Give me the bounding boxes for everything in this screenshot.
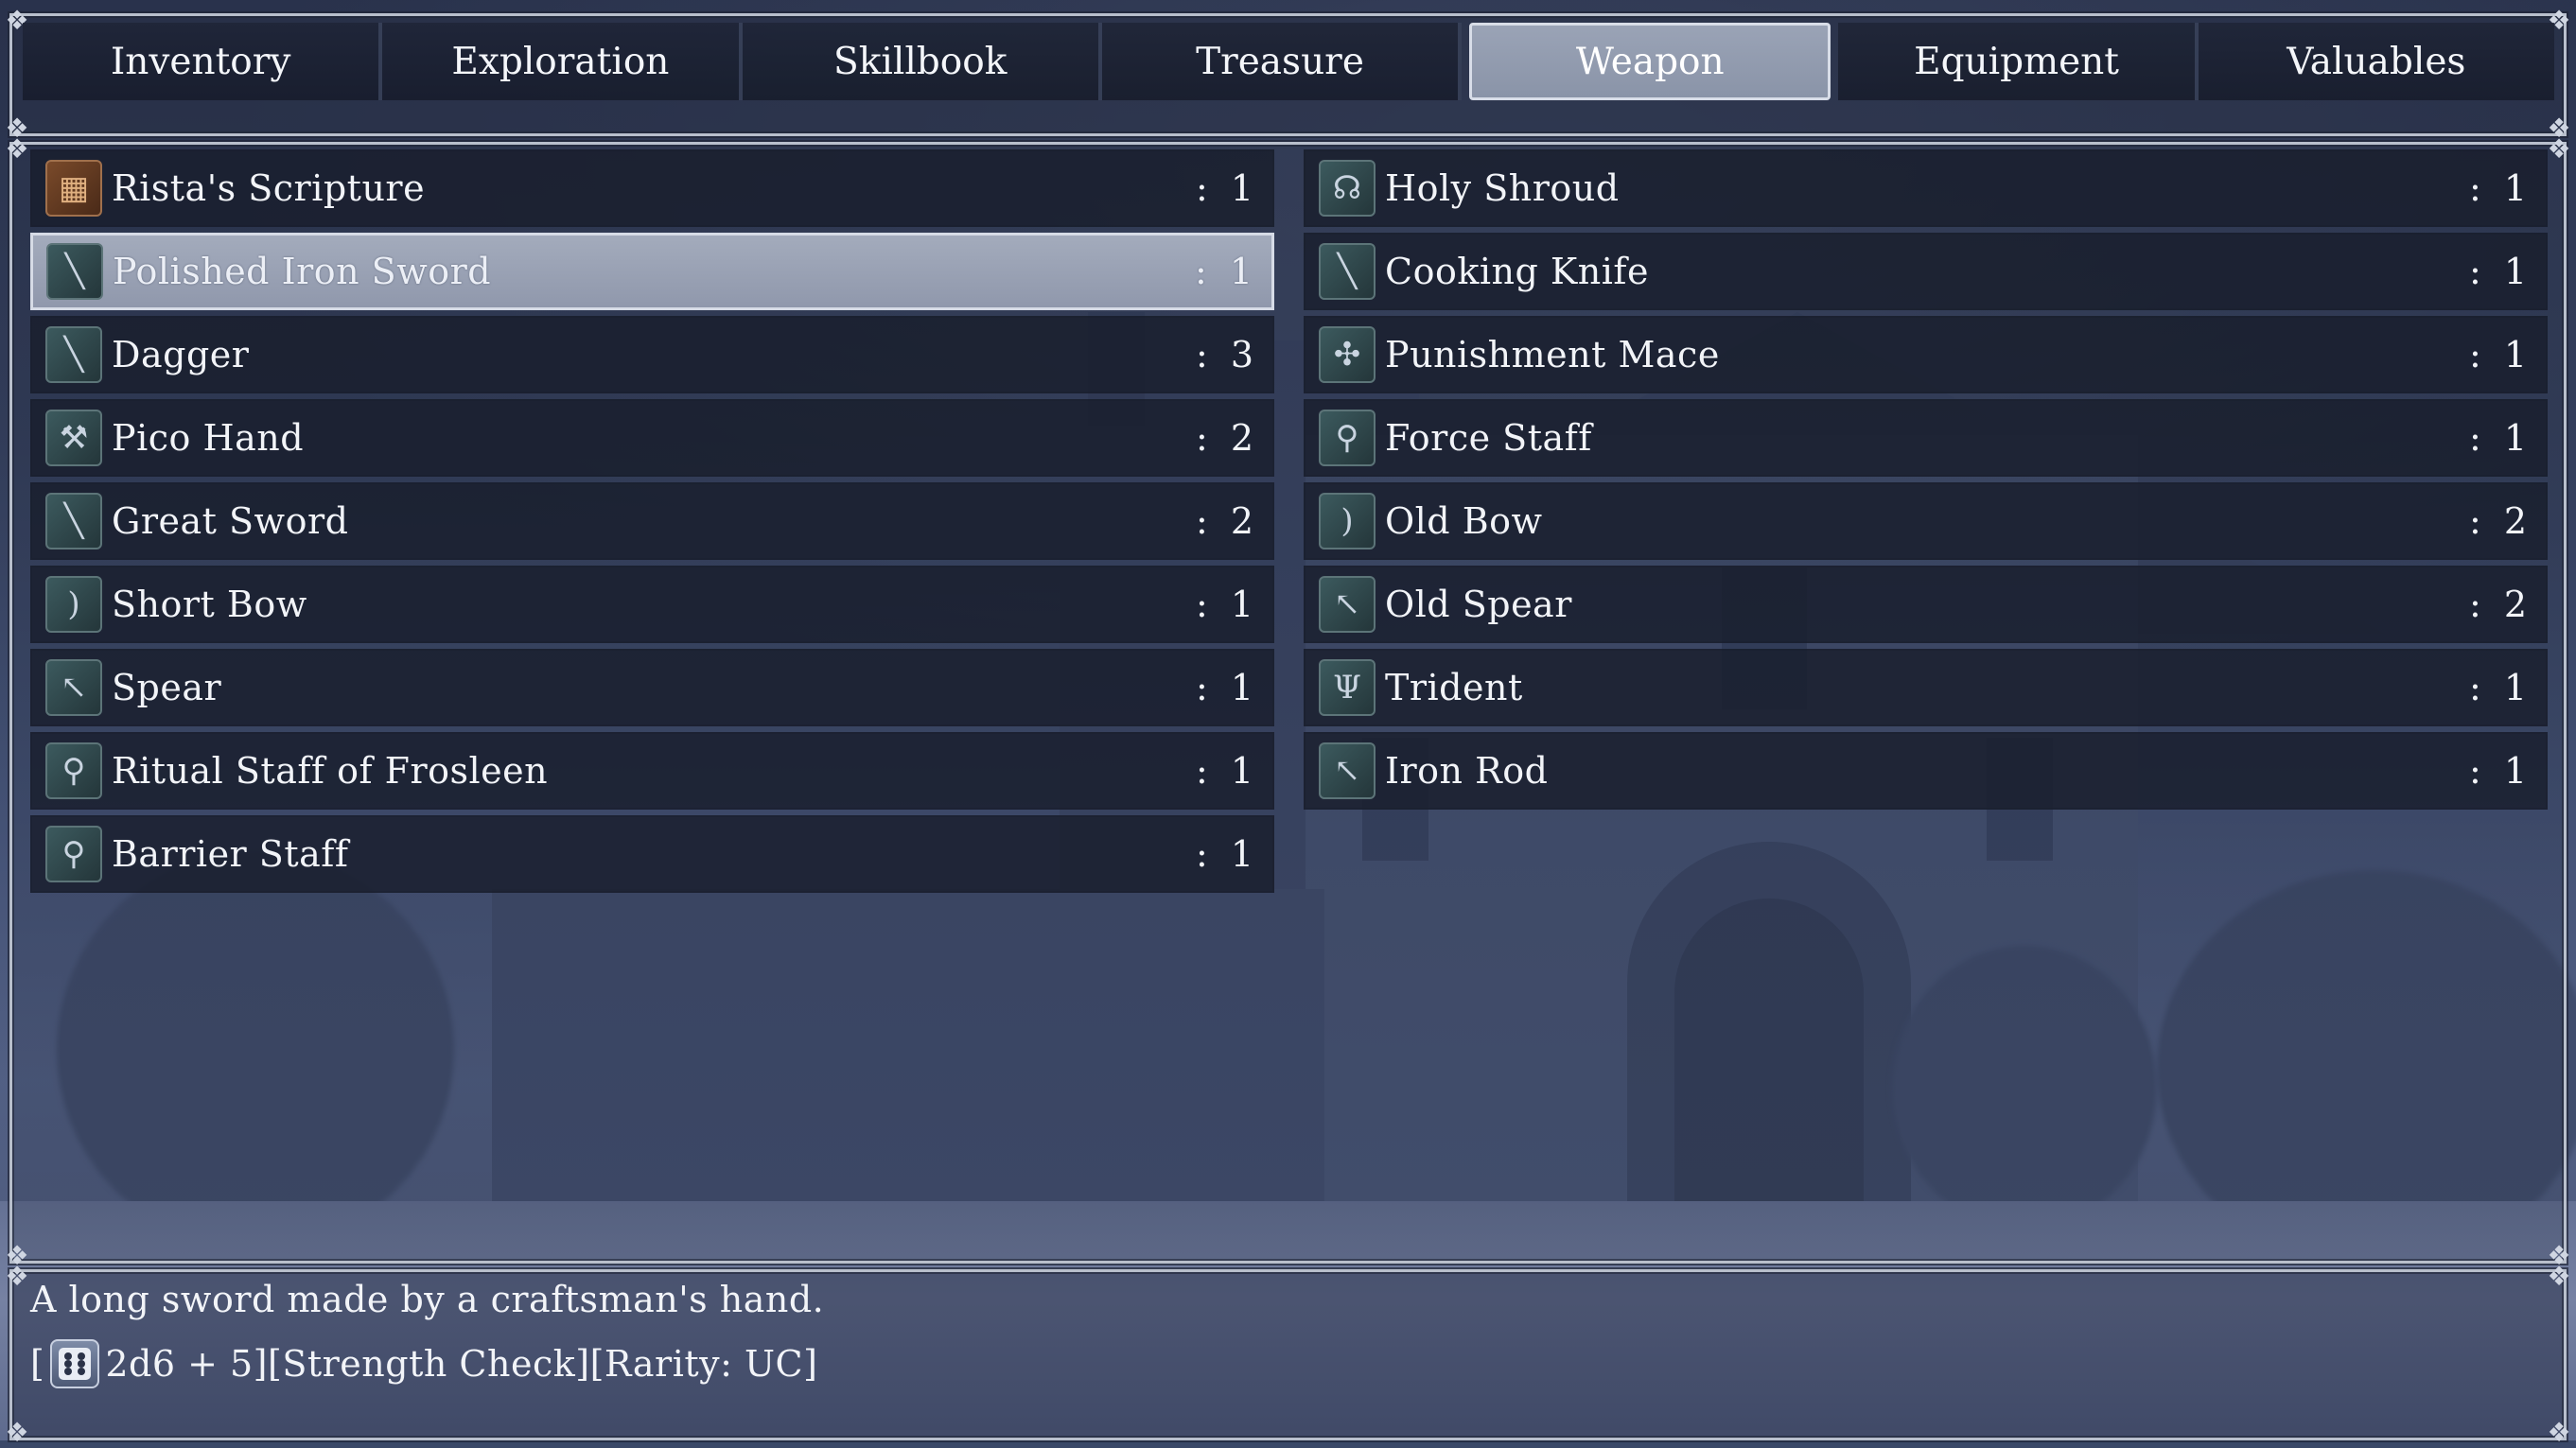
item-name: Polished Iron Sword — [113, 251, 492, 292]
staff-icon: ⚲ — [45, 826, 102, 882]
item-quantity: : 1 — [1194, 251, 1258, 292]
item-quantity: : 1 — [2468, 334, 2532, 375]
staff-icon: ⚲ — [1319, 410, 1376, 466]
item-quantity: : 1 — [2468, 750, 2532, 792]
dagger-icon: ╲ — [45, 326, 102, 383]
tab-valuables[interactable]: Valuables — [2198, 23, 2554, 100]
item-quantity: : 1 — [1195, 167, 1259, 209]
item-quantity: : 1 — [1195, 584, 1259, 625]
item-quantity: : 1 — [1195, 833, 1259, 875]
item-name: Trident — [1385, 667, 1523, 708]
list-item[interactable]: Ψ Trident : 1 — [1304, 649, 2548, 726]
item-quantity: : 2 — [2468, 584, 2532, 625]
item-name: Spear — [112, 667, 222, 708]
list-item[interactable]: ↖ Old Spear : 2 — [1304, 566, 2548, 643]
item-name: Old Bow — [1385, 500, 1543, 542]
rod-icon: ↖ — [1319, 742, 1376, 799]
list-item[interactable]: ✣ Punishment Mace : 1 — [1304, 316, 2548, 393]
knife-icon: ╲ — [1319, 243, 1376, 300]
list-item[interactable]: ☊ Holy Shroud : 1 — [1304, 149, 2548, 227]
list-item[interactable]: ▦ Rista's Scripture : 1 — [30, 149, 1274, 227]
item-name: Force Staff — [1385, 417, 1592, 459]
trident-icon: Ψ — [1319, 659, 1376, 716]
item-quantity: : 2 — [1195, 417, 1259, 459]
item-name: Pico Hand — [112, 417, 305, 459]
item-name: Holy Shroud — [1385, 167, 1620, 209]
tab-inventory[interactable]: Inventory — [23, 23, 383, 100]
list-item[interactable]: ↖ Iron Rod : 1 — [1304, 732, 2548, 810]
list-item[interactable]: ⚲ Ritual Staff of Frosleen : 1 — [30, 732, 1274, 810]
list-item[interactable]: ) Old Bow : 2 — [1304, 482, 2548, 560]
item-quantity: : 1 — [2468, 417, 2532, 459]
item-name: Cooking Knife — [1385, 251, 1649, 292]
tab-treasure[interactable]: Treasure — [1101, 23, 1463, 100]
bow-icon: ) — [45, 576, 102, 633]
item-description: A long sword made by a craftsman's hand. — [30, 1279, 825, 1320]
item-quantity: : 1 — [2468, 167, 2532, 209]
list-item[interactable]: ╲ Cooking Knife : 1 — [1304, 233, 2548, 310]
spear-icon: ↖ — [45, 659, 102, 716]
list-item[interactable]: ⚲ Barrier Staff : 1 — [30, 815, 1274, 893]
sword-icon: ╲ — [45, 493, 102, 550]
list-item[interactable]: ⚲ Force Staff : 1 — [1304, 399, 2548, 477]
list-item[interactable]: ╲ Dagger : 3 — [30, 316, 1274, 393]
item-quantity: : 1 — [1195, 667, 1259, 708]
tab-equipment[interactable]: Equipment — [1838, 23, 2199, 100]
item-name: Old Spear — [1385, 584, 1572, 625]
item-stats: [ 2d6 + 5][Strength Check][Rarity: UC] — [30, 1339, 817, 1388]
hammer-icon: ⚒ — [45, 410, 102, 466]
item-quantity: : 2 — [1195, 500, 1259, 542]
bow-icon: ) — [1319, 493, 1376, 550]
item-name: Barrier Staff — [112, 833, 349, 875]
list-item[interactable]: ↖ Spear : 1 — [30, 649, 1274, 726]
item-name: Iron Rod — [1385, 750, 1549, 792]
item-quantity: : 1 — [2468, 667, 2532, 708]
spear-icon: ↖ — [1319, 576, 1376, 633]
item-list-left: ▦ Rista's Scripture : 1 ╲ Polished Iron … — [30, 149, 1274, 898]
item-name: Rista's Scripture — [112, 167, 426, 209]
item-quantity: : 1 — [2468, 251, 2532, 292]
tab-exploration[interactable]: Exploration — [382, 23, 743, 100]
item-quantity: : 1 — [1195, 750, 1259, 792]
item-quantity: : 3 — [1195, 334, 1259, 375]
list-item[interactable]: ⚒ Pico Hand : 2 — [30, 399, 1274, 477]
category-tabs: Inventory Exploration Skillbook Treasure… — [23, 23, 2554, 100]
dice-icon — [50, 1339, 100, 1388]
item-name: Dagger — [112, 334, 250, 375]
item-name: Punishment Mace — [1385, 334, 1720, 375]
staff-icon: ⚲ — [45, 742, 102, 799]
item-name: Short Bow — [112, 584, 307, 625]
tab-weapon[interactable]: Weapon — [1469, 23, 1831, 100]
item-name: Ritual Staff of Frosleen — [112, 750, 549, 792]
sword-icon: ╲ — [46, 243, 103, 300]
item-name: Great Sword — [112, 500, 349, 542]
mace-icon: ✣ — [1319, 326, 1376, 383]
list-item[interactable]: ) Short Bow : 1 — [30, 566, 1274, 643]
stats-bracket: [ — [30, 1343, 45, 1385]
item-list-right: ☊ Holy Shroud : 1 ╲ Cooking Knife : 1 ✣ … — [1304, 149, 2548, 815]
book-icon: ▦ — [45, 160, 102, 217]
tab-skillbook[interactable]: Skillbook — [742, 23, 1102, 100]
list-item[interactable]: ╲ Great Sword : 2 — [30, 482, 1274, 560]
item-quantity: : 2 — [2468, 500, 2532, 542]
stats-text: 2d6 + 5][Strength Check][Rarity: UC] — [105, 1343, 818, 1385]
list-item-selected[interactable]: ╲ Polished Iron Sword : 1 — [30, 233, 1274, 310]
shroud-icon: ☊ — [1319, 160, 1376, 217]
